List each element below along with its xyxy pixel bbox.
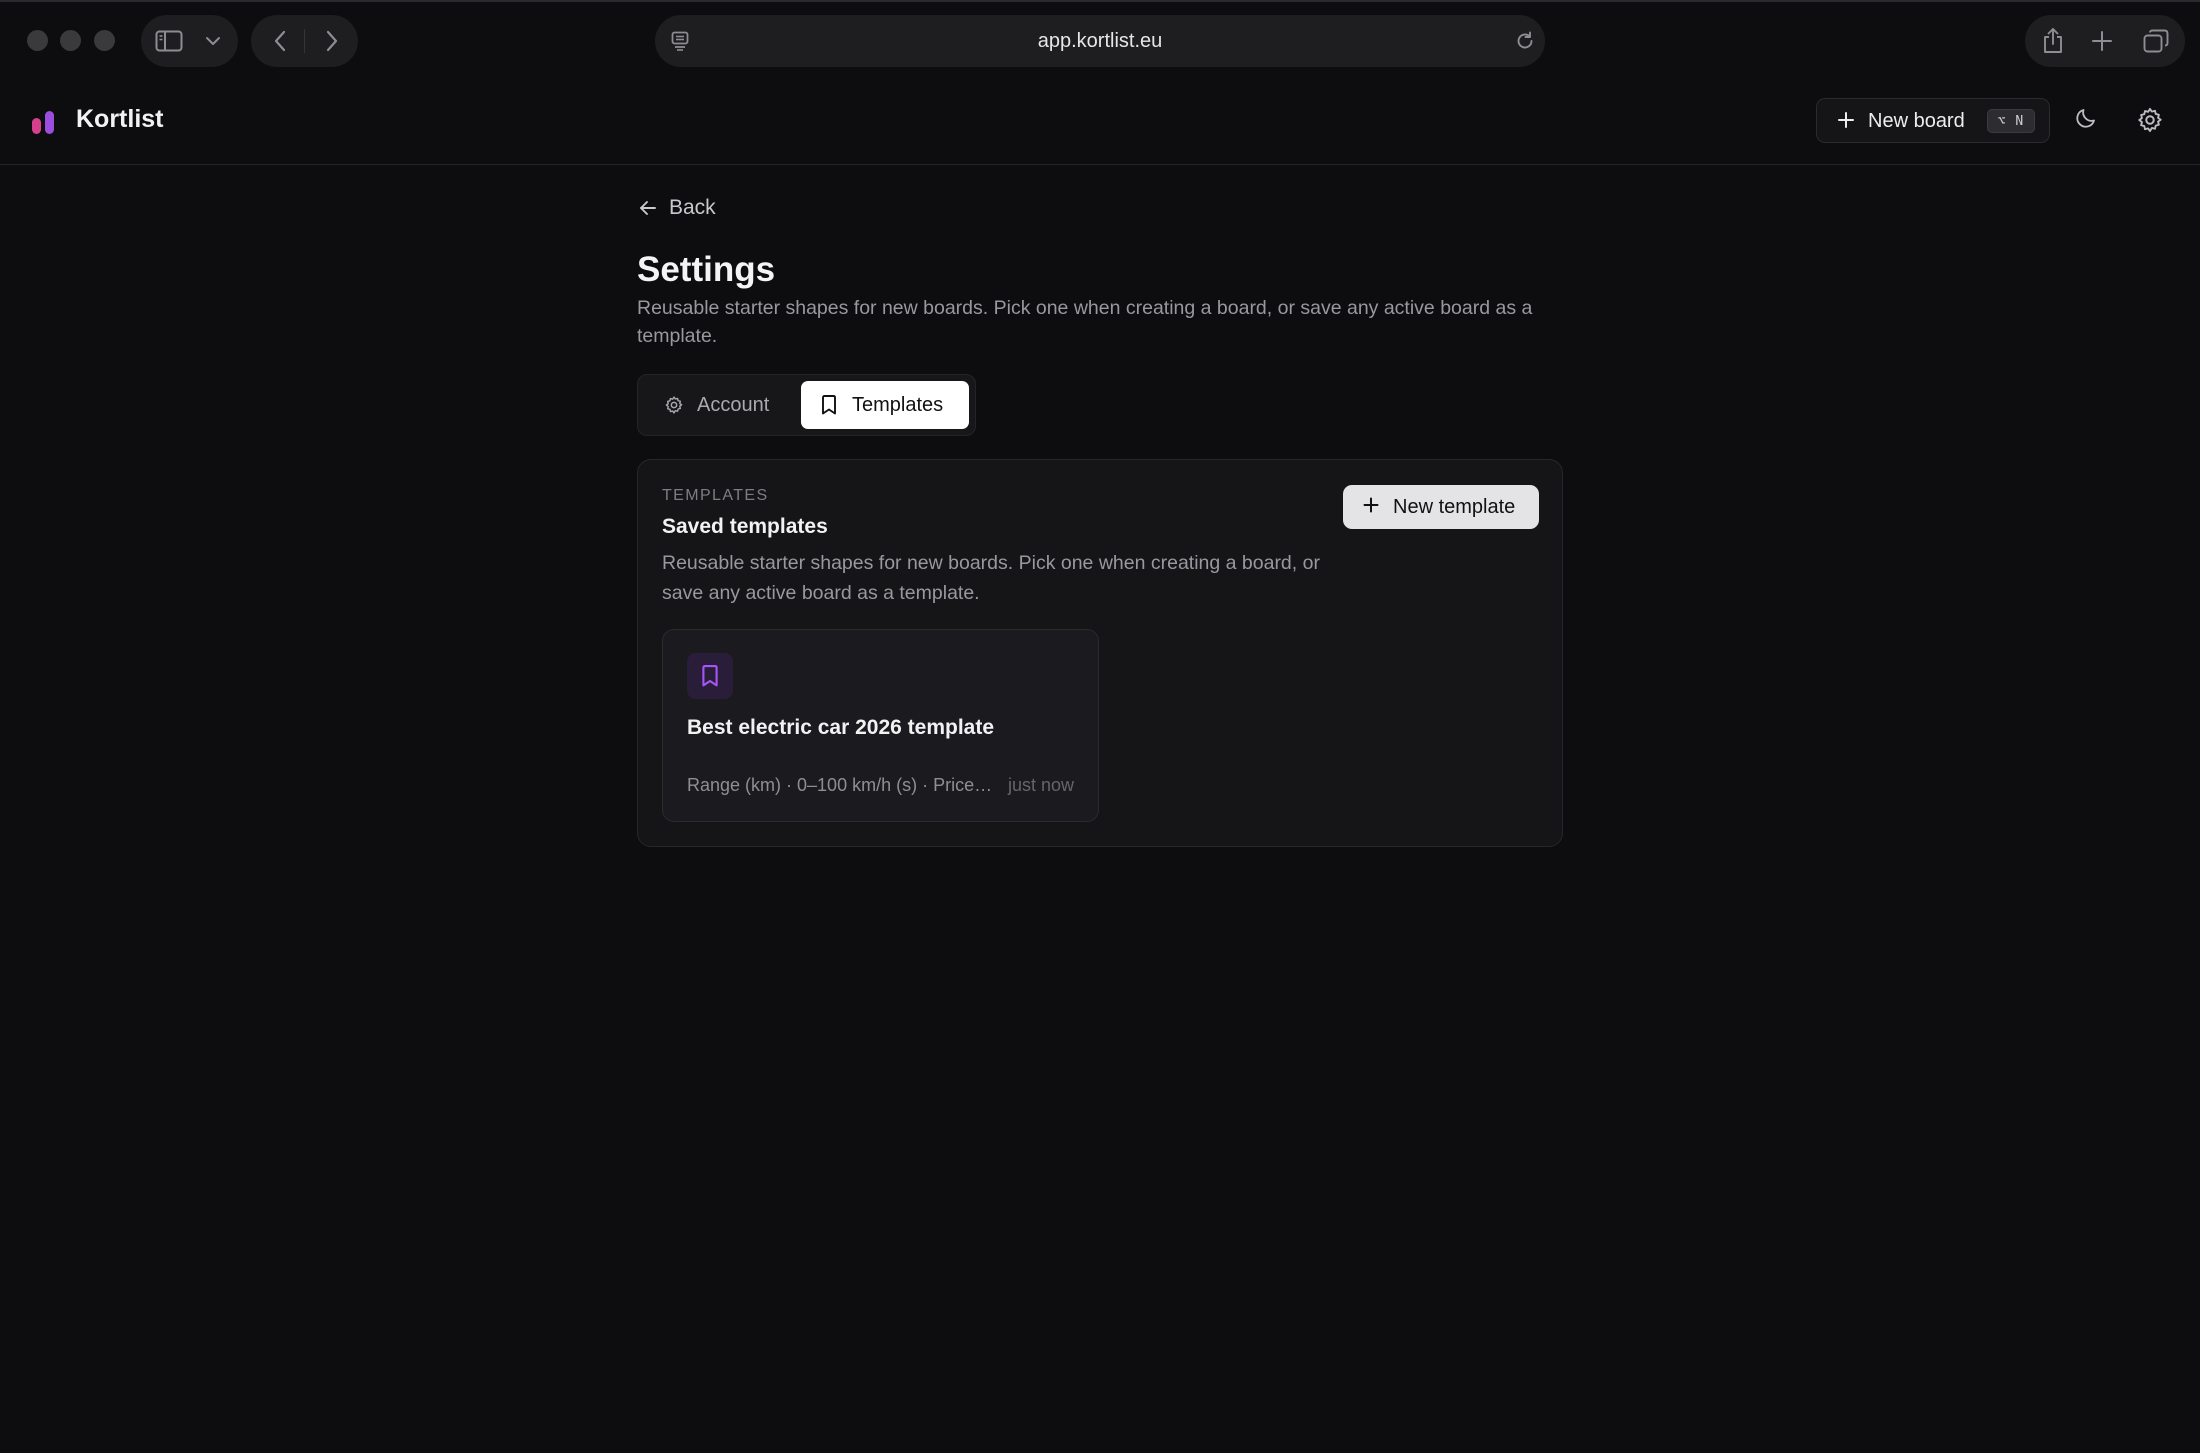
tab-account[interactable]: Account: [646, 381, 798, 429]
gear-icon: [665, 396, 683, 414]
arrow-left-icon: [637, 197, 659, 219]
back-link[interactable]: Back: [637, 196, 716, 220]
settings-tabs: Account Templates: [637, 374, 976, 436]
templates-panel: TEMPLATES Saved templates Reusable start…: [637, 459, 1563, 847]
history-nav-group: [251, 15, 358, 67]
tab-overview-icon[interactable]: [2143, 29, 2169, 53]
new-template-button[interactable]: New template: [1343, 485, 1539, 529]
window-close-button[interactable]: [27, 30, 48, 51]
browser-actions-group: [2025, 15, 2185, 67]
section-title: Saved templates: [662, 515, 828, 538]
share-icon[interactable]: [2041, 27, 2065, 55]
back-label: Back: [669, 196, 716, 219]
section-eyebrow: TEMPLATES: [662, 487, 769, 504]
back-chevron-icon[interactable]: [269, 30, 291, 52]
section-description: Reusable starter shapes for new boards. …: [662, 552, 1320, 604]
template-icon-badge: [687, 653, 733, 699]
url-text: app.kortlist.eu: [1037, 29, 1163, 52]
new-board-label: New board: [1868, 110, 1965, 132]
bookmark-icon: [822, 395, 836, 415]
app-header: Kortlist New board ⌥ N: [0, 76, 2200, 165]
page-description: Reusable starter shapes for new boards. …: [637, 297, 1533, 347]
plus-icon: [1837, 111, 1855, 135]
tab-account-label: Account: [697, 393, 770, 416]
template-updated-time: just now: [1007, 775, 1074, 795]
keyboard-shortcut-badge: ⌥ N: [1987, 109, 2035, 133]
bookmark-icon: [702, 665, 718, 687]
new-template-label: New template: [1393, 495, 1516, 518]
logo-bar-purple: [45, 111, 54, 134]
app-name[interactable]: Kortlist: [76, 105, 164, 134]
plus-icon: [1363, 496, 1379, 519]
moon-icon[interactable]: [2074, 106, 2102, 134]
tab-templates[interactable]: Templates: [801, 381, 969, 429]
template-columns: Range (km) · 0–100 km/h (s) · Price …: [687, 775, 995, 795]
kortlist-logo-icon[interactable]: [32, 111, 56, 135]
browser-toolbar: app.kortlist.eu: [0, 0, 2200, 76]
sidebar-icon[interactable]: [155, 29, 183, 53]
window-minimize-button[interactable]: [60, 30, 81, 51]
nav-divider: [304, 29, 305, 53]
tab-templates-label: Templates: [852, 393, 944, 416]
logo-bar-pink: [32, 118, 41, 134]
new-board-button[interactable]: New board ⌥ N: [1816, 98, 2050, 143]
gear-icon[interactable]: [2136, 106, 2164, 134]
chevron-down-icon[interactable]: [204, 33, 222, 49]
sidebar-toggle-group: [141, 15, 238, 67]
page-title: Settings: [637, 250, 776, 289]
template-card[interactable]: Best electric car 2026 template Range (k…: [662, 629, 1099, 822]
address-bar[interactable]: app.kortlist.eu: [655, 15, 1545, 67]
forward-chevron-icon[interactable]: [321, 30, 343, 52]
reload-icon[interactable]: [1515, 31, 1535, 51]
template-name: Best electric car 2026 template: [687, 716, 995, 739]
window-zoom-button[interactable]: [94, 30, 115, 51]
new-tab-icon[interactable]: [2091, 30, 2113, 52]
